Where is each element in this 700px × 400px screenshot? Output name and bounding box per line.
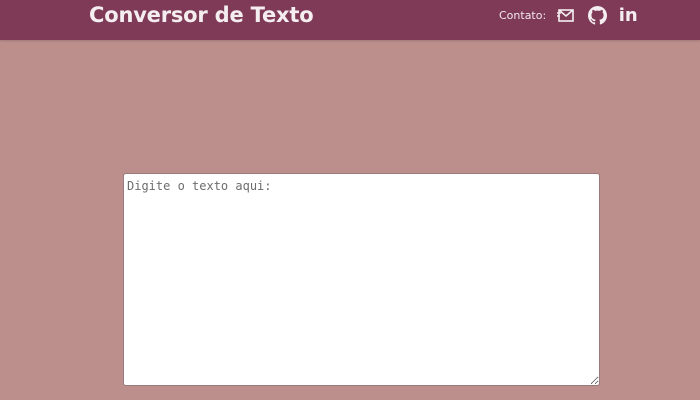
contact-label: Contato: <box>499 9 547 22</box>
page-title: Conversor de Texto <box>89 3 314 27</box>
editor-container <box>123 173 600 386</box>
github-icon <box>587 6 607 25</box>
github-link[interactable] <box>587 6 607 26</box>
top-header: Conversor de Texto Contato: in <box>0 0 700 40</box>
contact-bar: Contato: in <box>499 0 649 31</box>
linkedin-link[interactable]: in <box>618 4 638 26</box>
text-input[interactable] <box>123 173 600 386</box>
linkedin-icon: in <box>618 4 638 26</box>
mail-link[interactable] <box>556 6 576 26</box>
mail-icon <box>557 8 575 24</box>
